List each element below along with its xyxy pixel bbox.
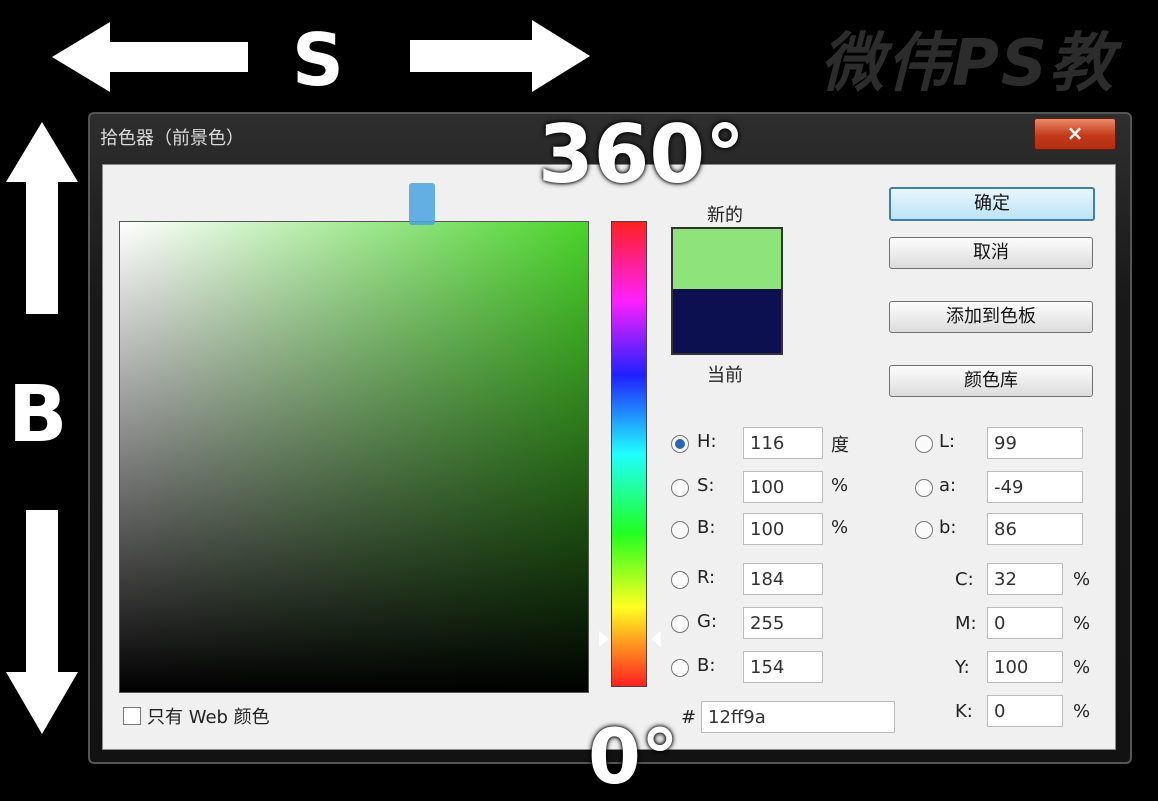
c-input[interactable]: 32: [987, 563, 1063, 595]
k-unit: %: [1073, 701, 1091, 722]
arrow-up-icon: [6, 122, 78, 314]
radio-l[interactable]: [915, 435, 933, 453]
h-input[interactable]: 116: [743, 427, 823, 459]
cancel-button[interactable]: 取消: [889, 237, 1093, 269]
b-input[interactable]: 100: [743, 513, 823, 545]
radio-blue[interactable]: [671, 659, 689, 677]
lab-b-label: b:: [939, 517, 957, 538]
blue-label: B:: [697, 655, 716, 676]
arrow-left-icon: [52, 22, 248, 92]
arrow-right-icon: [410, 20, 590, 92]
m-input[interactable]: 0: [987, 607, 1063, 639]
y-label: Y:: [955, 657, 970, 678]
a-label: a:: [939, 475, 957, 496]
h-label: H:: [697, 431, 717, 452]
b-unit: %: [831, 517, 849, 538]
arrow-down-icon: [6, 510, 78, 734]
radio-b[interactable]: [671, 521, 689, 539]
y-unit: %: [1073, 657, 1091, 678]
hue-slider[interactable]: [611, 221, 647, 687]
bottom-degree-label: 0°: [588, 712, 679, 801]
dialog-client-area: 新的 当前 确定 取消 添加到色板 颜色库 H: 116 度 S: 100 % …: [102, 164, 1116, 750]
color-libraries-button[interactable]: 颜色库: [889, 365, 1093, 397]
field-marker[interactable]: [409, 183, 435, 225]
y-input[interactable]: 100: [987, 651, 1063, 683]
radio-a[interactable]: [915, 479, 933, 497]
s-axis-label: S: [292, 18, 344, 102]
radio-g[interactable]: [671, 615, 689, 633]
h-unit: 度: [831, 435, 849, 456]
radio-lab-b[interactable]: [915, 521, 933, 539]
g-label: G:: [697, 611, 718, 632]
r-label: R:: [697, 567, 716, 588]
hue-slider-left-arrow-icon[interactable]: [599, 631, 609, 647]
watermark-text: 微伟PS教: [820, 27, 1115, 101]
color-picker-dialog: 拾色器（前景色） × 新的 当前 确定 取消 添加到色板 颜色库 H: 116 …: [88, 112, 1132, 764]
blue-input[interactable]: 154: [743, 651, 823, 683]
web-colors-only-checkbox[interactable]: [123, 707, 141, 725]
b-label: B:: [697, 517, 716, 538]
radio-r[interactable]: [671, 571, 689, 589]
hex-input[interactable]: 12ff9a: [701, 701, 895, 733]
k-input[interactable]: 0: [987, 695, 1063, 727]
hex-label: #: [681, 707, 697, 728]
s-unit: %: [831, 475, 849, 496]
lab-b-input[interactable]: 86: [987, 513, 1083, 545]
g-input[interactable]: 255: [743, 607, 823, 639]
k-label: K:: [955, 701, 973, 722]
saturation-brightness-field[interactable]: [119, 221, 589, 693]
s-input[interactable]: 100: [743, 471, 823, 503]
swatch-current: [673, 289, 781, 353]
b-axis-label: B: [8, 370, 68, 460]
l-input[interactable]: 99: [987, 427, 1083, 459]
m-label: M:: [955, 613, 977, 634]
s-label: S:: [697, 475, 715, 496]
dialog-title: 拾色器（前景色）: [100, 128, 244, 149]
web-colors-only-label: 只有 Web 颜色: [147, 707, 270, 728]
radio-h[interactable]: [671, 435, 689, 453]
hue-slider-right-arrow-icon[interactable]: [651, 631, 661, 647]
close-button[interactable]: ×: [1034, 118, 1116, 150]
m-unit: %: [1073, 613, 1091, 634]
c-label: C:: [955, 569, 974, 590]
ok-button[interactable]: 确定: [889, 187, 1095, 221]
l-label: L:: [939, 431, 956, 452]
swatch-current-label: 当前: [707, 365, 743, 386]
add-to-swatches-button[interactable]: 添加到色板: [889, 301, 1093, 333]
swatch-new: [673, 229, 781, 289]
swatch-new-label: 新的: [707, 205, 743, 226]
a-input[interactable]: -49: [987, 471, 1083, 503]
color-swatch: [671, 227, 783, 355]
radio-s[interactable]: [671, 479, 689, 497]
r-input[interactable]: 184: [743, 563, 823, 595]
c-unit: %: [1073, 569, 1091, 590]
top-degree-label: 360°: [538, 108, 745, 201]
